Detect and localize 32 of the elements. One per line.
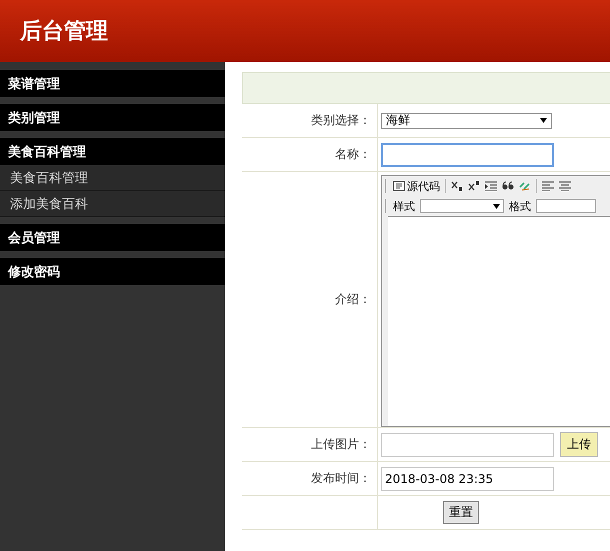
style-label: 样式 bbox=[393, 198, 415, 214]
field-label: 名称： bbox=[335, 146, 371, 163]
sidebar-item[interactable]: 美食百科管理 bbox=[0, 165, 225, 191]
field-label: 上传图片： bbox=[311, 436, 371, 453]
field-label: 类别选择： bbox=[311, 112, 371, 129]
reset-button[interactable]: 重置 bbox=[443, 501, 479, 524]
quote-icon[interactable] bbox=[502, 181, 514, 191]
source-code-button[interactable]: 源代码 bbox=[393, 178, 440, 194]
field-label: 介绍： bbox=[335, 291, 371, 308]
file-path-field[interactable] bbox=[381, 432, 554, 456]
input-field[interactable]: 2018-03-08 23:35 bbox=[381, 466, 554, 490]
caret-icon bbox=[540, 118, 547, 123]
link-icon[interactable] bbox=[519, 181, 531, 191]
align-left-icon[interactable] bbox=[542, 181, 554, 191]
align-center-icon[interactable] bbox=[559, 181, 571, 191]
sidebar-group-header[interactable]: 类别管理 bbox=[0, 104, 225, 131]
document-icon bbox=[393, 181, 405, 191]
upload-button[interactable]: 上传 bbox=[560, 432, 598, 457]
superscript-icon[interactable] bbox=[468, 181, 480, 191]
field-label: 发布时间： bbox=[311, 470, 371, 487]
sidebar-group-header[interactable]: 菜谱管理 bbox=[0, 70, 225, 97]
indent-icon[interactable] bbox=[485, 181, 497, 191]
sidebar-item[interactable]: 添加美食百科 bbox=[0, 191, 225, 217]
app-title: 后台管理 bbox=[20, 18, 108, 46]
sidebar-group-header[interactable]: 美食百科管理 bbox=[0, 138, 225, 165]
input-field[interactable] bbox=[381, 142, 554, 166]
caret-icon bbox=[493, 204, 500, 208]
sidebar-group-header[interactable]: 会员管理 bbox=[0, 224, 225, 251]
sidebar-group-header[interactable]: 修改密码 bbox=[0, 258, 225, 285]
format-label: 格式 bbox=[509, 198, 531, 214]
category-select[interactable]: 海鲜 bbox=[381, 112, 552, 128]
subscript-icon[interactable] bbox=[451, 181, 463, 191]
